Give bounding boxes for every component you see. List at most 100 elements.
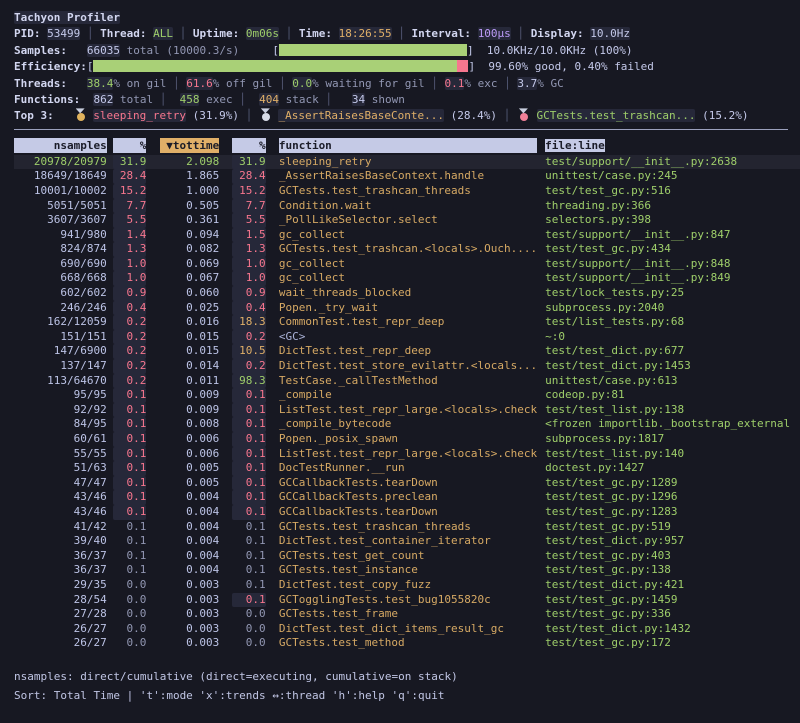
thread-value: ALL	[153, 27, 173, 40]
table-row[interactable]: 162/120590.20.01618.3CommonTest.test_rep…	[14, 315, 800, 330]
table-row[interactable]: 39/400.10.0040.1DictTest.test_container_…	[14, 534, 800, 549]
direct-pct-cell: 0.1	[113, 447, 146, 462]
column-header-tottime[interactable]: ▼tottime	[160, 138, 220, 153]
table-row[interactable]: 941/9801.40.0941.5gc_collecttest/support…	[14, 228, 800, 243]
uptime-value: 0m06s	[246, 27, 279, 40]
table-row[interactable]: 18649/1864928.41.86528.4_AssertRaisesBas…	[14, 169, 800, 184]
time-value: 18:26:55	[339, 27, 392, 40]
table-row[interactable]: 602/6020.90.0600.9wait_threads_blockedte…	[14, 286, 800, 301]
direct-pct-cell: 0.1	[113, 490, 146, 505]
footer-legend: nsamples: direct/cumulative (direct=exec…	[14, 667, 800, 686]
table-row[interactable]: 92/920.10.0090.1ListTest.test_repr_large…	[14, 403, 800, 418]
cumulative-pct-cell: 0.1	[232, 505, 265, 520]
table-row[interactable]: 5051/50517.70.5057.7Condition.waitthread…	[14, 199, 800, 214]
table-row[interactable]: 28/540.00.0030.1GCTogglingTests.test_bug…	[14, 593, 800, 608]
tottime-cell: 0.004	[160, 549, 220, 564]
top3-line: Top 3: sleeping_retry (31.9%) │ _AssertR…	[14, 108, 800, 124]
samples-total: 66035	[87, 44, 120, 57]
file-line-cell: test/test_gc.py:138	[545, 563, 800, 578]
table-header-row: nsamples% ▼tottime% function file:line	[14, 138, 800, 153]
table-row[interactable]: 47/470.10.0050.1GCCallbackTests.tearDown…	[14, 476, 800, 491]
bronze-medal-icon	[517, 108, 530, 121]
cumulative-pct-cell: 0.1	[232, 432, 265, 447]
table-row[interactable]: 246/2460.40.0250.4Popen._try_waitsubproc…	[14, 301, 800, 316]
text-segment	[530, 109, 537, 122]
table-row[interactable]: 26/270.00.0030.0GCTests.test_methodtest/…	[14, 636, 800, 651]
table-row[interactable]: 27/280.00.0030.0GCTests.test_frametest/t…	[14, 607, 800, 622]
top2-pct: (28.4%)	[444, 109, 497, 122]
table-row[interactable]: 137/1470.20.0140.2DictTest.test_store_ev…	[14, 359, 800, 374]
column-header-direct-pct[interactable]: %	[113, 138, 146, 153]
table-row[interactable]: 151/1510.20.0150.2<GC>~:0	[14, 330, 800, 345]
display-label: Display:	[531, 27, 591, 40]
table-row[interactable]: 60/610.10.0060.1Popen._posix_spawnsubpro…	[14, 432, 800, 447]
pid-status-line: PID: 53499 │ Thread: ALL │ Uptime: 0m06s…	[14, 26, 800, 42]
table-row[interactable]: 3607/36075.50.3615.5_PollLikeSelector.se…	[14, 213, 800, 228]
file-line-cell: unittest/case.py:613	[545, 374, 800, 389]
cumulative-pct-cell: 7.7	[232, 199, 265, 214]
table-row[interactable]: 29/350.00.0030.1DictTest.test_copy_fuzzt…	[14, 578, 800, 593]
file-line-cell: subprocess.py:2040	[545, 301, 800, 316]
table-row[interactable]: 10001/1000215.21.00015.2GCTests.test_tra…	[14, 184, 800, 199]
cumulative-pct-cell: 98.3	[232, 374, 265, 389]
cumulative-pct-cell: 18.3	[232, 315, 265, 330]
direct-pct-cell: 0.2	[113, 344, 146, 359]
function-cell: GCCallbackTests.preclean	[279, 490, 537, 505]
efficiency-bar	[93, 60, 468, 72]
table-row[interactable]: 147/69000.20.01510.5DictTest.test_repr_d…	[14, 344, 800, 359]
tottime-cell: 0.004	[160, 520, 220, 535]
direct-pct-cell: 0.1	[113, 388, 146, 403]
function-cell: gc_collect	[279, 257, 537, 272]
samples-rate-bar	[279, 44, 467, 56]
column-header-cumulative-pct[interactable]: %	[232, 138, 265, 153]
column-header-function[interactable]: function	[279, 138, 537, 153]
functions-line: Functions: 862 total │ 458 exec │ 404 st…	[14, 92, 800, 108]
function-cell: ListTest.test_repr_large.<locals>.check	[279, 403, 537, 418]
table-row[interactable]: 690/6901.00.0691.0gc_collecttest/support…	[14, 257, 800, 272]
cumulative-pct-cell: 0.1	[232, 447, 265, 462]
tottime-cell: 0.005	[160, 476, 220, 491]
column-header-nsamples[interactable]: nsamples	[14, 138, 107, 153]
table-row[interactable]: 36/370.10.0040.1GCTests.test_instancetes…	[14, 563, 800, 578]
table-row[interactable]: 43/460.10.0040.1GCCallbackTests.tearDown…	[14, 505, 800, 520]
tottime-cell: 0.005	[160, 461, 220, 476]
table-row[interactable]: 84/950.10.0080.1_compile_bytecode<frozen…	[14, 417, 800, 432]
table-row[interactable]: 43/460.10.0040.1GCCallbackTests.preclean…	[14, 490, 800, 505]
cumulative-pct-cell: 5.5	[232, 213, 265, 228]
table-row[interactable]: 824/8741.30.0821.3GCTests.test_trashcan.…	[14, 242, 800, 257]
table-row[interactable]: 95/950.10.0090.1_compilecodeop.py:81	[14, 388, 800, 403]
table-row[interactable]: 668/6681.00.0671.0gc_collecttest/support…	[14, 271, 800, 286]
text-segment: total	[120, 44, 166, 57]
direct-pct-cell: 0.1	[113, 534, 146, 549]
silver-medal-icon	[259, 108, 272, 121]
cumulative-pct-cell: 0.2	[232, 359, 265, 374]
top3-label: Top 3:	[14, 109, 54, 122]
nsamples-cell: 941/980	[14, 228, 107, 243]
direct-pct-cell: 0.9	[113, 286, 146, 301]
file-line-cell: test/test_gc.py:434	[545, 242, 800, 257]
top2-name: _AssertRaisesBaseConte...	[278, 109, 444, 122]
table-body: 20978/2097931.92.09831.9sleeping_retryte…	[14, 155, 800, 651]
nsamples-cell: 602/602	[14, 286, 107, 301]
tottime-cell: 1.865	[160, 169, 220, 184]
direct-pct-cell: 28.4	[113, 169, 146, 184]
tottime-cell: 0.505	[160, 199, 220, 214]
tottime-cell: 0.003	[160, 636, 220, 651]
table-row[interactable]: 55/550.10.0060.1ListTest.test_repr_large…	[14, 447, 800, 462]
table-row[interactable]: 20978/2097931.92.09831.9sleeping_retryte…	[14, 155, 800, 170]
file-line-cell: test/test_gc.py:516	[545, 184, 800, 199]
table-row[interactable]: 36/370.10.0040.1GCTests.test_get_countte…	[14, 549, 800, 564]
column-header-file-line[interactable]: file:line	[545, 138, 800, 153]
table-row[interactable]: 26/270.00.0030.0DictTest.test_dict_items…	[14, 622, 800, 637]
file-line-cell: test/test_gc.py:1459	[545, 593, 800, 608]
samples-rate: (10000.3/s)	[166, 44, 239, 57]
table-row[interactable]: 51/630.10.0050.1DocTestRunner.__rundocte…	[14, 461, 800, 476]
header-divider	[14, 129, 788, 130]
table-row[interactable]: 113/646700.20.01198.3TestCase._callTestM…	[14, 374, 800, 389]
cumulative-pct-cell: 0.2	[232, 330, 265, 345]
function-cell: GCTests.test_method	[279, 636, 537, 651]
text-segment: │	[279, 27, 299, 40]
nsamples-cell: 92/92	[14, 403, 107, 418]
function-cell: DictTest.test_dict_items_result_gc	[279, 622, 537, 637]
table-row[interactable]: 41/420.10.0040.1GCTests.test_trashcan_th…	[14, 520, 800, 535]
